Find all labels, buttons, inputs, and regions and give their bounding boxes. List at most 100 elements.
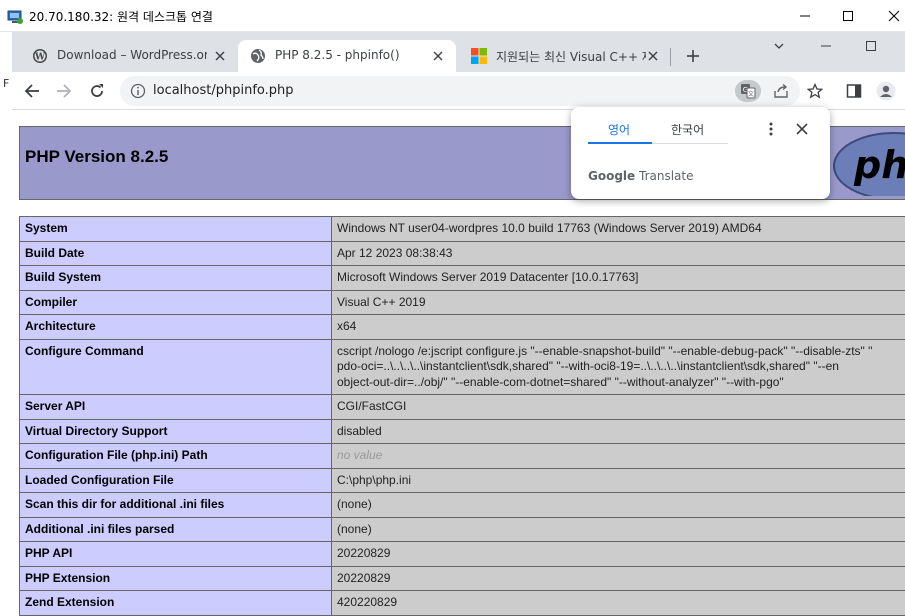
tab-phpinfo[interactable]: PHP 8.2.5 - phpinfo() (238, 40, 456, 72)
row-value: Apr 12 2023 08:38:43 (331, 240, 905, 266)
more-options-icon[interactable] (763, 120, 779, 138)
google-translate-brand: Google Translate (588, 169, 694, 183)
profile-avatar-icon[interactable] (874, 79, 898, 103)
url-text: localhost/phpinfo.php (153, 83, 294, 98)
table-row: Zend Extension 420220829 (19, 590, 905, 616)
browser-restore-button[interactable] (859, 34, 883, 58)
row-key: PHP API (19, 541, 332, 567)
table-row: System Windows NT user04-wordpres 10.0 bu… (19, 216, 905, 242)
table-row: Scan this dir for additional .ini files(… (19, 492, 905, 518)
row-value: (none) (331, 492, 905, 518)
tab-wordpress-download[interactable]: W Download – WordPress.org (20, 40, 235, 72)
tab-label: PHP 8.2.5 - phpinfo() (275, 48, 400, 62)
browser-minimize-button[interactable] (814, 34, 838, 58)
address-bar[interactable]: localhost/phpinfo.php G文 (120, 76, 800, 106)
row-value: 20220829 (331, 541, 905, 567)
translate-popup: 영어 한국어 Google Translate (571, 107, 830, 199)
rdp-title-bar: 20.70.180.32: 원격 데스크톱 연결 (0, 0, 905, 32)
tab-label: Download – WordPress.org (57, 48, 207, 62)
php-logo-text: php (853, 143, 905, 187)
no-value-text: no value (337, 448, 383, 462)
tab-search-chevron-down-icon[interactable] (767, 34, 791, 58)
table-row: Build Date Apr 12 2023 08:38:43 (19, 240, 905, 266)
svg-text:文: 文 (748, 90, 754, 98)
close-tab-icon[interactable] (212, 48, 228, 64)
tab-label: 지원되는 최신 Visual C++ 재 (496, 50, 646, 64)
row-key: Configuration File (php.ini) Path (19, 443, 332, 469)
row-key: Compiler (19, 289, 332, 315)
side-panel-icon[interactable] (842, 79, 866, 103)
globe-icon (250, 48, 266, 64)
wordpress-icon: W (32, 48, 48, 64)
remote-desktop-icon (7, 9, 23, 24)
row-value: x64 (331, 314, 905, 340)
row-key: Loaded Configuration File (19, 467, 332, 493)
translate-source-language-tab[interactable]: 영어 (608, 121, 630, 138)
svg-text:W: W (34, 53, 46, 63)
table-row: PHP Extension 20220829 (19, 565, 905, 591)
translate-target-language-tab[interactable]: 한국어 (671, 121, 704, 138)
table-row: Configure Command cscript /nologo /e:jscr… (19, 338, 905, 395)
translate-page-icon[interactable]: G文 (735, 80, 761, 102)
row-key: Virtual Directory Support (19, 418, 332, 444)
table-row: Loaded Configuration File C:\php\php.ini (19, 467, 905, 493)
rdp-close-button[interactable] (883, 6, 905, 26)
share-icon[interactable] (771, 81, 791, 101)
value-line: pdo-oci=..\..\..\..\instantclient\sdk,sh… (337, 359, 839, 373)
browser-toolbar: localhost/phpinfo.php G文 (12, 72, 905, 110)
table-row: Build System Microsoft Windows Server 201… (19, 265, 905, 291)
close-icon[interactable] (793, 120, 811, 138)
table-row: Configuration File (php.ini) Path no valu… (19, 443, 905, 469)
tab-visual-cpp[interactable]: 지원되는 최신 Visual C++ 재 (459, 40, 669, 72)
php-logo: php (832, 132, 905, 200)
row-value: cscript /nologo /e:jscript configure.js … (331, 338, 905, 395)
rdp-maximize-button[interactable] (837, 6, 859, 26)
table-row: PHP API 20220829 (19, 541, 905, 567)
reload-icon[interactable] (85, 79, 109, 103)
row-value: Visual C++ 2019 (331, 289, 905, 315)
row-value: disabled (331, 418, 905, 444)
row-key: Scan this dir for additional .ini files (19, 492, 332, 518)
row-key: PHP Extension (19, 565, 332, 591)
remote-desktop-window: 20.70.180.32: 원격 데스크톱 연결 F W Download – … (0, 0, 905, 616)
new-tab-plus-icon[interactable] (681, 44, 705, 68)
row-key: Zend Extension (19, 590, 332, 616)
row-value: C:\php\php.ini (331, 467, 905, 493)
microsoft-icon (471, 48, 487, 64)
php-version-title: PHP Version 8.2.5 (25, 147, 169, 166)
rdp-minimize-button[interactable] (794, 6, 816, 26)
forward-arrow-icon[interactable] (52, 79, 76, 103)
close-tab-icon[interactable] (430, 48, 446, 64)
site-info-icon[interactable] (130, 83, 146, 99)
google-wordmark: Google (588, 169, 636, 183)
rdp-title: 20.70.180.32: 원격 데스크톱 연결 (29, 10, 213, 24)
value-line: object-out-dir=../obj/" "--enable-com-do… (337, 374, 784, 389)
table-row: Architecture x64 (19, 314, 905, 340)
php-info-table: System Windows NT user04-wordpres 10.0 bu… (19, 216, 905, 616)
desktop-edge-letter: F (3, 77, 10, 90)
row-value: (none) (331, 516, 905, 542)
remote-desktop-edge: F (0, 32, 12, 616)
bookmark-star-icon[interactable] (803, 79, 827, 103)
table-row: Server API CGI/FastCGI (19, 394, 905, 420)
row-key: Build System (19, 265, 332, 291)
back-arrow-icon[interactable] (20, 79, 44, 103)
row-value: Windows NT user04-wordpres 10.0 build 17… (331, 216, 905, 242)
active-tab-underline (588, 142, 652, 144)
row-value: 420220829 (331, 590, 905, 616)
close-tab-icon[interactable] (645, 48, 661, 64)
row-key: Build Date (19, 240, 332, 266)
row-value: 20220829 (331, 565, 905, 591)
tab-separator (670, 48, 671, 66)
row-key: Architecture (19, 314, 332, 340)
row-key: Server API (19, 394, 332, 420)
table-row: Compiler Visual C++ 2019 (19, 289, 905, 315)
row-key: Configure Command (19, 338, 332, 395)
row-value: Microsoft Windows Server 2019 Datacenter… (331, 265, 905, 291)
table-row: Virtual Directory Support disabled (19, 418, 905, 444)
row-key: System (19, 216, 332, 242)
value-line: cscript /nologo /e:jscript configure.js … (337, 343, 873, 358)
browser-tab-strip: W Download – WordPress.org PHP 8.2.5 - p… (12, 32, 905, 72)
row-value: no value (331, 443, 905, 469)
row-value: CGI/FastCGI (331, 394, 905, 420)
